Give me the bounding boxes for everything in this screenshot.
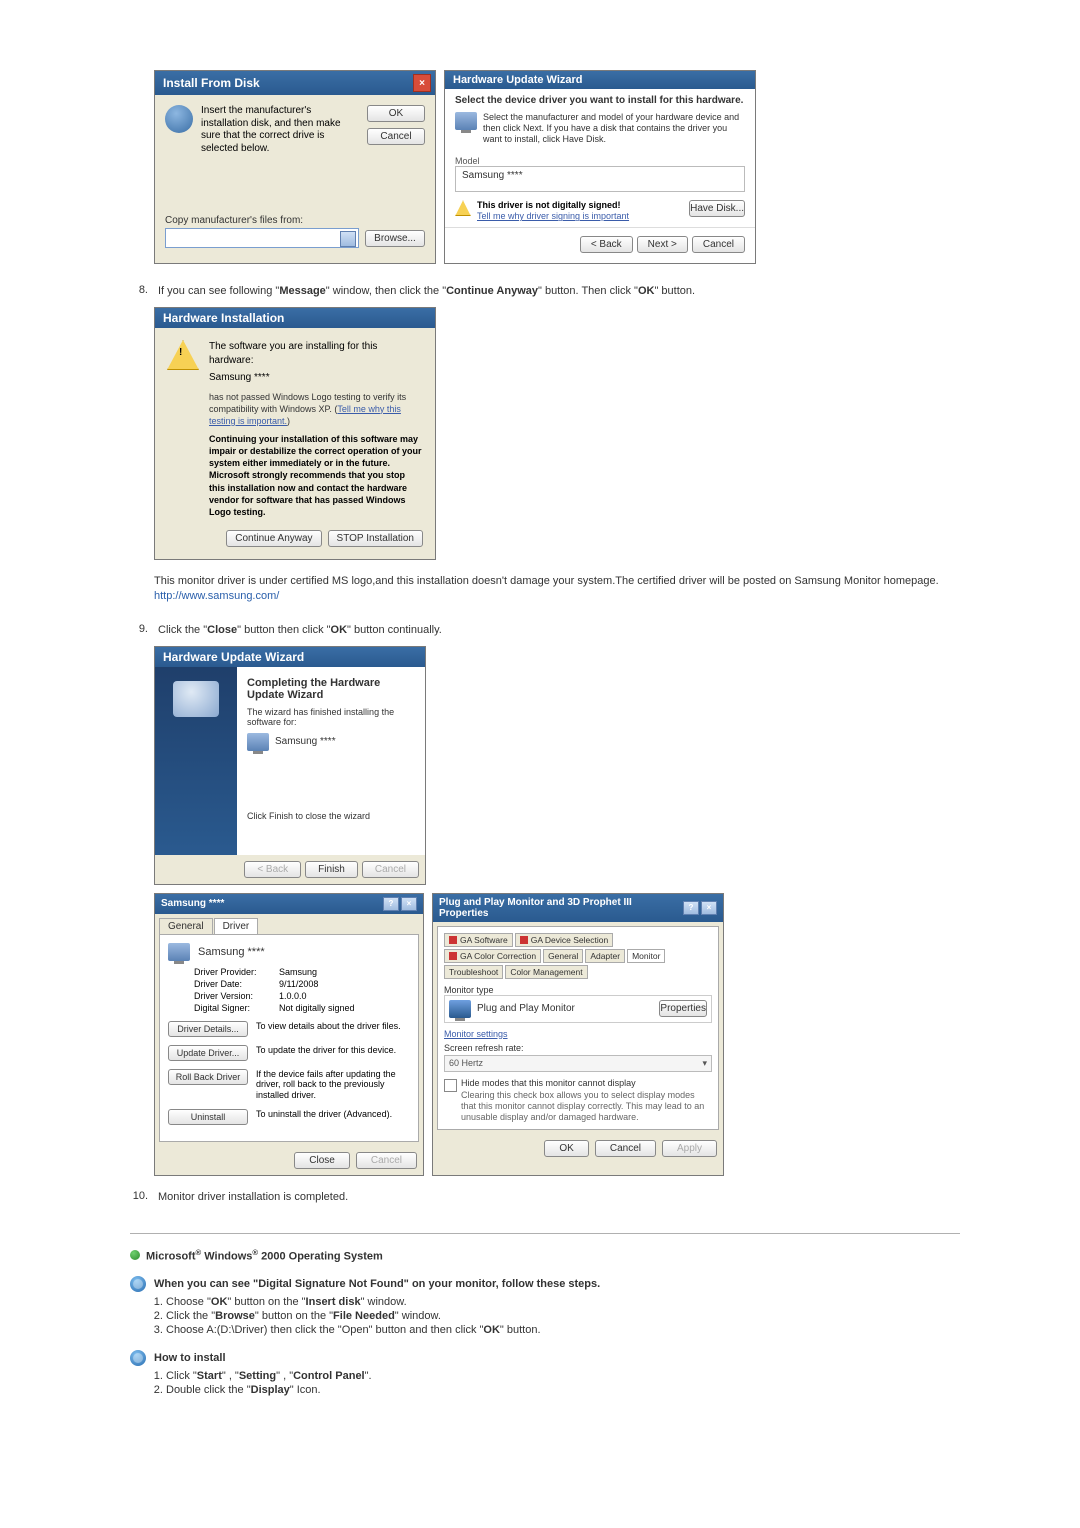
properties-button[interactable]: Properties xyxy=(659,1000,707,1017)
close-button[interactable]: Close xyxy=(294,1152,350,1169)
dsnf-steps: Choose "OK" button on the "Insert disk" … xyxy=(148,1296,960,1336)
samsung-link[interactable]: http://www.samsung.com/ xyxy=(154,590,279,602)
howto-steps: Click "Start" , "Setting" , "Control Pan… xyxy=(148,1370,960,1396)
tab-ga-device[interactable]: GA Device Selection xyxy=(515,933,613,947)
gear-icon xyxy=(130,1276,146,1292)
rollback-driver-button[interactable]: Roll Back Driver xyxy=(168,1069,248,1085)
finish-button[interactable]: Finish xyxy=(305,861,358,878)
ok-button[interactable]: OK xyxy=(367,105,425,122)
refresh-rate-combo[interactable]: 60 Hertz ▾ xyxy=(444,1055,712,1072)
tab-monitor[interactable]: Monitor xyxy=(627,949,665,963)
step-8: 8. If you can see following "Message" wi… xyxy=(130,284,960,299)
gear-icon xyxy=(130,1350,146,1366)
next-button[interactable]: Next > xyxy=(637,236,688,253)
cancel-button: Cancel xyxy=(362,861,419,878)
tab-ga-color[interactable]: GA Color Correction xyxy=(444,949,541,963)
huw-subtitle: Select the device driver you want to ins… xyxy=(445,89,755,108)
huw-warn-link[interactable]: Tell me why driver signing is important xyxy=(477,211,629,221)
huw-warn: This driver is not digitally signed! xyxy=(477,200,629,211)
back-button: < Back xyxy=(244,861,301,878)
tab-color-management[interactable]: Color Management xyxy=(505,965,587,979)
note-block: This monitor driver is under certified M… xyxy=(154,574,960,605)
warning-icon xyxy=(167,340,199,370)
monitor-large-icon xyxy=(173,681,219,717)
chevron-down-icon: ▾ xyxy=(702,1058,707,1069)
step-10: 10. Monitor driver installation is compl… xyxy=(130,1190,960,1205)
monitor-settings-link[interactable]: Monitor settings xyxy=(444,1029,712,1039)
model-value: Samsung **** xyxy=(455,166,745,192)
huw-title: Hardware Update Wizard xyxy=(445,71,755,89)
cancel-button: Cancel xyxy=(356,1152,417,1169)
cancel-button-wiz[interactable]: Cancel xyxy=(692,236,745,253)
ok-button[interactable]: OK xyxy=(544,1140,588,1157)
dsnf-heading: When you can see "Digital Signature Not … xyxy=(130,1276,960,1292)
have-disk-button[interactable]: Have Disk... xyxy=(689,200,745,217)
install-from-disk-dialog: Install From Disk × Insert the manufactu… xyxy=(154,70,436,264)
separator xyxy=(130,1233,960,1234)
tab-general[interactable]: General xyxy=(543,949,583,963)
hi-title: Hardware Installation xyxy=(163,311,284,325)
monitor-icon xyxy=(168,943,190,961)
driver-details-button[interactable]: Driver Details... xyxy=(168,1021,248,1037)
monitor-icon xyxy=(247,733,269,751)
howto-heading: How to install xyxy=(130,1350,960,1366)
tab-general[interactable]: General xyxy=(159,918,213,934)
pnp-monitor-properties-dialog: Plug and Play Monitor and 3D Prophet III… xyxy=(432,893,724,1176)
warning-icon xyxy=(455,200,471,216)
close-icon[interactable]: × xyxy=(413,74,431,92)
uninstall-button[interactable]: Uninstall xyxy=(168,1109,248,1125)
disk-icon xyxy=(165,105,193,133)
monitor-icon xyxy=(449,1000,471,1018)
back-button[interactable]: < Back xyxy=(580,236,633,253)
stop-installation-button[interactable]: STOP Installation xyxy=(328,530,423,547)
apply-button: Apply xyxy=(662,1140,717,1157)
hide-modes-checkbox[interactable] xyxy=(444,1079,457,1092)
model-label: Model xyxy=(455,156,745,166)
ifd-titlebar: Install From Disk × xyxy=(155,71,435,95)
hardware-installation-dialog: Hardware Installation The software you a… xyxy=(154,307,436,560)
cancel-button[interactable]: Cancel xyxy=(595,1140,656,1157)
tab-adapter[interactable]: Adapter xyxy=(585,949,625,963)
copy-from-combo[interactable] xyxy=(165,228,359,248)
cw-title: Hardware Update Wizard xyxy=(163,650,304,664)
step-9: 9. Click the "Close" button then click "… xyxy=(130,623,960,638)
update-driver-button[interactable]: Update Driver... xyxy=(168,1045,248,1061)
cw-heading: Completing the Hardware Update Wizard xyxy=(247,677,415,701)
completing-wizard-dialog: Hardware Update Wizard Completing the Ha… xyxy=(154,646,426,885)
monitor-icon xyxy=(455,112,477,130)
ifd-title: Install From Disk xyxy=(163,76,260,90)
tab-driver[interactable]: Driver xyxy=(214,918,259,934)
bullet-icon xyxy=(130,1250,140,1260)
copy-from-label: Copy manufacturer's files from: xyxy=(165,215,425,226)
hardware-update-wizard-select: Hardware Update Wizard Select the device… xyxy=(444,70,756,264)
window-controls[interactable]: ?× xyxy=(383,897,417,911)
os-heading: Microsoft® Windows® 2000 Operating Syste… xyxy=(130,1248,960,1263)
tab-troubleshoot[interactable]: Troubleshoot xyxy=(444,965,503,979)
continue-anyway-button[interactable]: Continue Anyway xyxy=(226,530,321,547)
tab-ga-software[interactable]: GA Software xyxy=(444,933,513,947)
ifd-instruction: Insert the manufacturer's installation d… xyxy=(201,105,359,155)
samsung-properties-dialog: Samsung **** ?× General Driver Samsung *… xyxy=(154,893,424,1176)
cancel-button[interactable]: Cancel xyxy=(367,128,425,145)
browse-button[interactable]: Browse... xyxy=(365,230,425,247)
window-controls[interactable]: ?× xyxy=(683,901,717,915)
huw-note: Select the manufacturer and model of you… xyxy=(483,112,745,144)
